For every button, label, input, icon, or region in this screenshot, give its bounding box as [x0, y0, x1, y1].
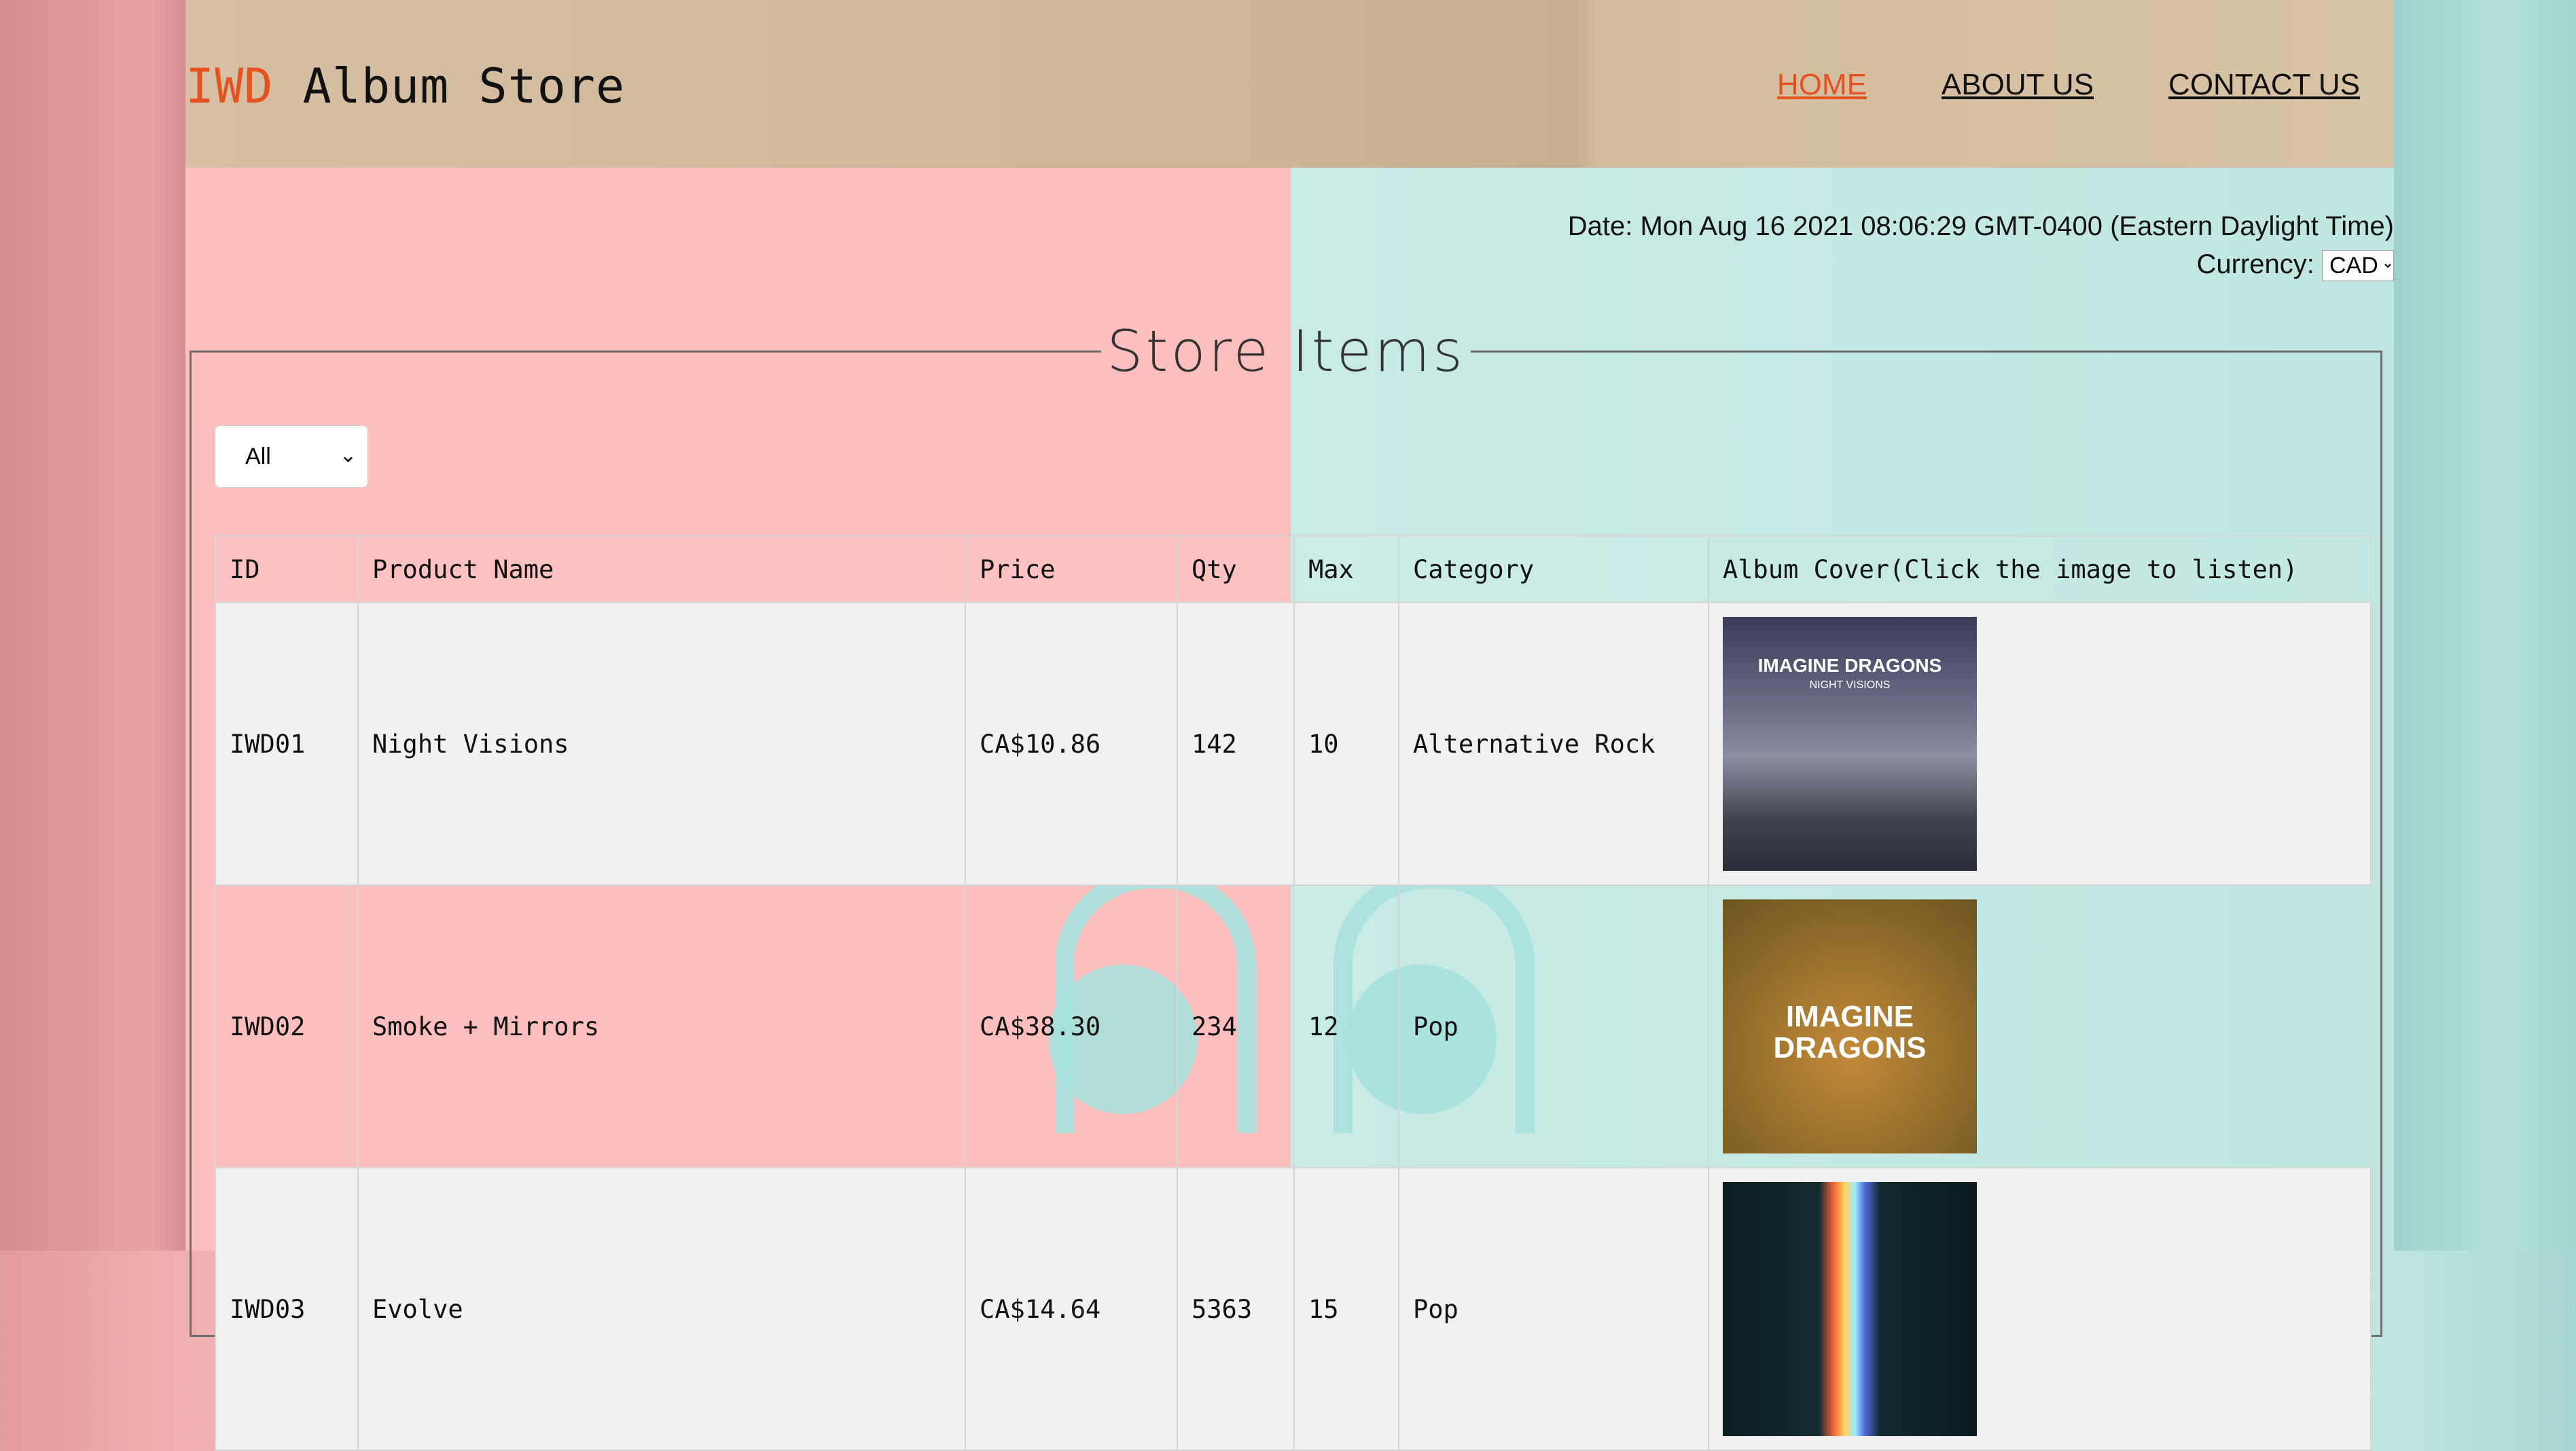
cell-cover: IMAGINE DRAGONS NIGHT VISIONS [1708, 602, 2372, 886]
cell-max: 12 [1293, 884, 1399, 1168]
site-logo[interactable]: IWD Album Store [185, 58, 625, 114]
cell-name: Evolve [357, 1167, 966, 1451]
nav-about-link[interactable]: ABOUT US [1942, 68, 2094, 102]
cover-title: IMAGINE DRAGONS [1773, 1000, 1927, 1064]
cell-qty: 142 [1177, 602, 1295, 886]
cell-category: Pop [1398, 1167, 1709, 1451]
category-filter-select[interactable]: All ⌄ [215, 425, 368, 488]
col-max-header: Max [1293, 535, 1399, 603]
cell-id: IWD03 [215, 1167, 359, 1451]
col-name-header: Product Name [357, 535, 966, 603]
cell-cover [1708, 1167, 2372, 1451]
album-cover-image[interactable] [1723, 1182, 1977, 1436]
store-items-fieldset: Store Items All ⌄ ID Product Name Price … [190, 318, 2382, 1451]
page-container: IWD Album Store HOME ABOUT US CONTACT US… [185, 0, 2394, 1451]
cover-title: IMAGINE DRAGONS [1757, 655, 1942, 676]
col-price-header: Price [965, 535, 1178, 603]
cell-max: 10 [1293, 602, 1399, 886]
site-header: IWD Album Store HOME ABOUT US CONTACT US [185, 0, 2394, 168]
table-header-row: ID Product Name Price Qty Max Category A… [215, 535, 2372, 603]
info-panel: Date: Mon Aug 16 2021 08:06:29 GMT-0400 … [1568, 207, 2394, 283]
cover-subtitle: NIGHT VISIONS [1809, 679, 1891, 691]
background-right [2394, 0, 2576, 1251]
store-items-legend: Store Items [1107, 318, 1465, 384]
table-row: IWD02 Smoke + Mirrors CA$38.30 234 12 Po… [215, 884, 2372, 1168]
date-text: Date: Mon Aug 16 2021 08:06:29 GMT-0400 … [1567, 211, 2394, 241]
col-category-header: Category [1398, 535, 1709, 603]
album-cover-image[interactable]: IMAGINE DRAGONS [1723, 899, 1977, 1153]
cell-price: CA$10.86 [965, 602, 1178, 886]
nav-contact-link[interactable]: CONTACT US [2168, 68, 2360, 102]
cell-price: CA$14.64 [965, 1167, 1178, 1451]
chevron-down-icon: ⌄ [339, 444, 357, 467]
currency-label: Currency: [2196, 249, 2314, 279]
background-left [0, 0, 185, 1251]
table-row: IWD03 Evolve CA$14.64 5363 15 Pop [215, 1167, 2372, 1451]
nav-home-link[interactable]: HOME [1777, 68, 1867, 102]
category-filter-value: All [245, 443, 271, 469]
cell-name: Smoke + Mirrors [357, 884, 966, 1168]
table-row: IWD01 Night Visions CA$10.86 142 10 Alte… [215, 602, 2372, 886]
main-nav: HOME ABOUT US CONTACT US [1777, 68, 2360, 102]
col-qty-header: Qty [1177, 535, 1295, 603]
cell-id: IWD02 [215, 884, 359, 1168]
currency-select[interactable]: CAD [2322, 250, 2394, 282]
cell-name: Night Visions [357, 602, 966, 886]
logo-accent: IWD [185, 58, 274, 114]
album-cover-image[interactable]: IMAGINE DRAGONS NIGHT VISIONS [1723, 617, 1977, 871]
cell-category: Alternative Rock [1398, 602, 1709, 886]
cell-price: CA$38.30 [965, 884, 1178, 1168]
cell-category: Pop [1398, 884, 1709, 1168]
products-table: ID Product Name Price Qty Max Category A… [215, 535, 2372, 1451]
currency-row: Currency: CAD [1568, 245, 2394, 283]
cell-id: IWD01 [215, 602, 359, 886]
logo-text: Album Store [273, 58, 626, 114]
col-cover-header: Album Cover(Click the image to listen) [1708, 535, 2372, 603]
cell-max: 15 [1293, 1167, 1399, 1451]
cell-qty: 5363 [1177, 1167, 1295, 1451]
cell-qty: 234 [1177, 884, 1295, 1168]
cell-cover: IMAGINE DRAGONS [1708, 884, 2372, 1168]
col-id-header: ID [215, 535, 359, 603]
